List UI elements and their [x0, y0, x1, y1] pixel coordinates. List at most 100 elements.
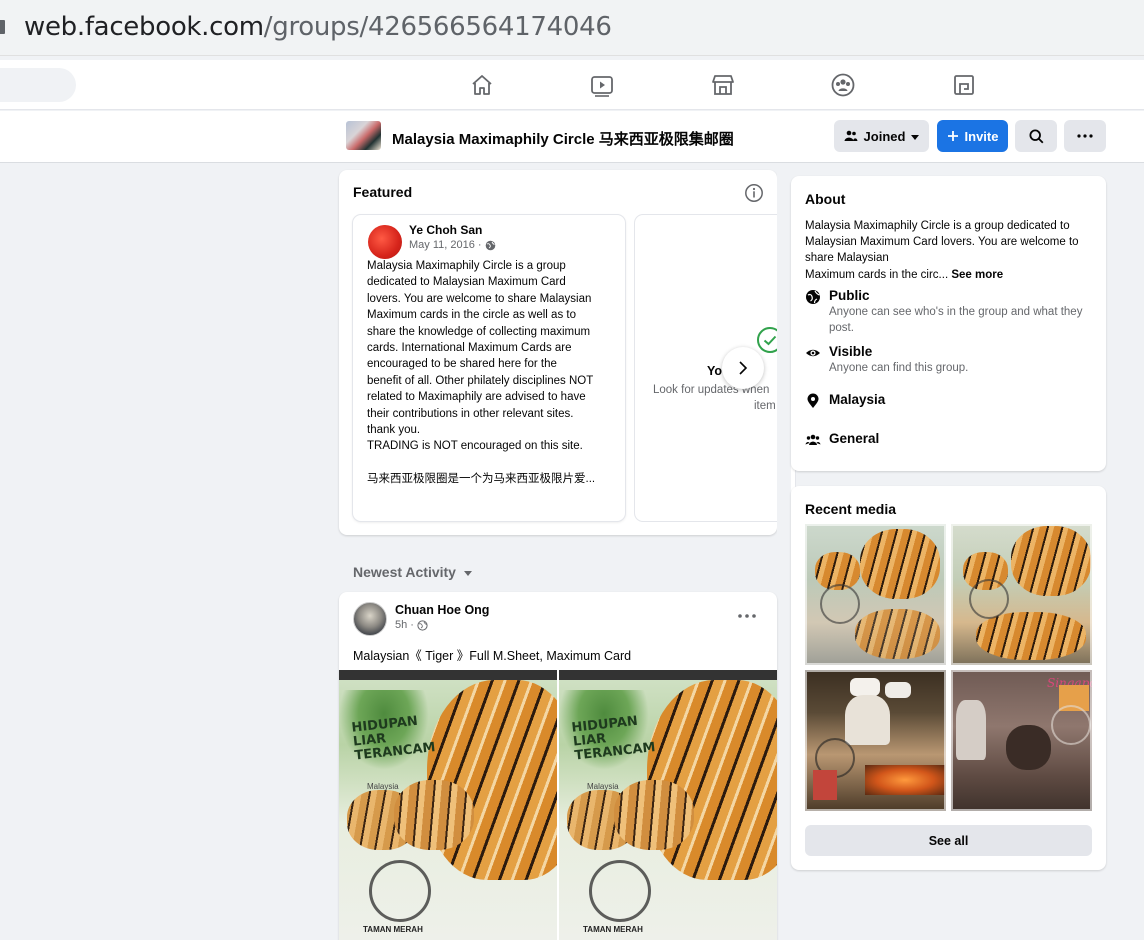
about-description-line: Malaysian Maximum Card lovers. You are w… [805, 236, 1079, 249]
search-icon [1028, 128, 1043, 143]
avatar[interactable] [368, 225, 402, 259]
postmark-text: TAMAN MERAH [363, 925, 423, 934]
featured-title: Featured [353, 184, 413, 200]
featured-post-line [367, 455, 615, 471]
featured-next-subtitle-line2: item [754, 400, 776, 412]
about-description-line: Maximum cards in the circ... See more [805, 267, 1097, 283]
image-border [559, 670, 777, 680]
avatar[interactable] [353, 602, 387, 636]
visibility-label: Visible [829, 344, 873, 359]
joined-label: Joined [863, 128, 906, 144]
featured-overflow-mask [777, 170, 791, 535]
visibility-description: Anyone can find this group. [829, 362, 969, 374]
about-description-line: share Malaysian [805, 252, 889, 265]
privacy-label: Public [829, 288, 870, 303]
recent-media-grid: Singapore [805, 524, 1092, 811]
chevron-right-icon [739, 361, 748, 375]
featured-post-line: cards. International Maximum Cards are [367, 342, 572, 355]
featured-post-date-text: May 11, 2016 · [409, 239, 482, 251]
thumbnail-frame [951, 524, 1092, 665]
featured-post-line: 马来西亚极限圈是一个为马来西亚极限片爱... [367, 473, 596, 486]
post-image[interactable]: HIDUPAN LIAR TERANCAM Malaysia TAMAN MER… [339, 670, 557, 940]
watch-icon[interactable] [589, 72, 615, 98]
invite-label: Invite [964, 128, 999, 144]
postmark-icon [369, 860, 431, 922]
about-description-text: Maximum cards in the circ... [805, 268, 949, 281]
featured-post-line: lovers. You are welcome to share Malaysi… [367, 292, 592, 305]
thumbnail-frame [951, 670, 1092, 811]
featured-post-author[interactable]: Ye Choh San [409, 223, 482, 237]
plus-icon [947, 131, 958, 141]
featured-post-line: their contributions in other relevant si… [367, 407, 574, 420]
stamp-sheet-country: Malaysia [367, 782, 399, 791]
chevron-down-icon [911, 134, 920, 140]
post-time-text: 5h · [395, 619, 414, 631]
media-thumbnail[interactable] [805, 670, 946, 811]
tiger-cub-illustration [394, 780, 474, 850]
feed-sort-label: Newest Activity [353, 564, 456, 580]
carousel-next-button[interactable] [722, 347, 764, 389]
home-icon[interactable] [469, 72, 495, 98]
about-description: Malaysia Maximaphily Circle is a group d… [805, 218, 1097, 283]
more-dots-icon [1077, 134, 1093, 138]
gaming-icon[interactable] [951, 72, 977, 98]
about-title: About [805, 191, 846, 207]
tiger-cub-illustration [614, 780, 694, 850]
group-name[interactable]: Malaysia Maximaphily Circle 马来西亚极限集邮圈 [392, 128, 734, 149]
url-host: web.facebook.com [24, 12, 264, 42]
eye-icon [806, 349, 820, 357]
thumbnail-frame [805, 524, 946, 665]
featured-post-date[interactable]: May 11, 2016 · [409, 239, 496, 251]
featured-post-line: benefit of all. Other philately discipli… [367, 374, 594, 387]
feed-sort-dropdown[interactable]: Newest Activity [353, 564, 472, 580]
group-search-button[interactable] [1015, 120, 1057, 152]
location-pin-icon [807, 393, 819, 408]
browser-url-bar[interactable]: web.facebook.com/groups/426566564174046 [0, 0, 1144, 56]
members-icon [844, 130, 858, 141]
featured-post-line: dedicated to Malaysian Maximum Card [367, 276, 566, 289]
group-header: Malaysia Maximaphily Circle 马来西亚极限集邮圈 Jo… [0, 111, 1144, 163]
media-thumbnail[interactable] [805, 524, 946, 665]
featured-post-line: share the knowledge of collecting maximu… [367, 325, 591, 338]
see-all-media-button[interactable]: See all [805, 825, 1092, 856]
more-options-button[interactable] [1064, 120, 1106, 152]
joined-button[interactable]: Joined [834, 120, 929, 152]
marketplace-icon[interactable] [710, 72, 736, 98]
category-label: General [829, 431, 880, 446]
url-text[interactable]: web.facebook.com/groups/426566564174046 [24, 12, 612, 42]
recent-media-title: Recent media [805, 501, 897, 517]
thumbnail-frame [805, 670, 946, 811]
featured-post-line: Maximum cards in the circle as well as t… [367, 309, 576, 322]
featured-post-line: Malaysia Maximaphily Circle is a group [367, 260, 566, 272]
lock-icon [0, 20, 5, 34]
media-thumbnail[interactable] [951, 524, 1092, 665]
people-icon [805, 434, 821, 445]
url-path: /groups/426566564174046 [263, 12, 612, 42]
featured-post-line: TRADING is NOT encouraged on this site. [367, 440, 583, 453]
media-thumbnail[interactable]: Singapore [951, 670, 1092, 811]
about-description-line: Malaysia Maximaphily Circle is a group d… [805, 220, 1070, 232]
about-section: About Malaysia Maximaphily Circle is a g… [791, 176, 1106, 471]
about-category: General [805, 431, 879, 448]
stamp-sheet-title: HIDUPAN LIAR TERANCAM [570, 713, 657, 764]
stamp-sheet-country: Malaysia [587, 782, 619, 791]
post-timestamp[interactable]: 5h · [395, 619, 428, 631]
invite-button[interactable]: Invite [937, 120, 1008, 152]
post-author[interactable]: Chuan Hoe Ong [395, 603, 489, 617]
post-image[interactable]: HIDUPAN LIAR TERANCAM Malaysia TAMAN MER… [559, 670, 777, 940]
info-icon[interactable] [744, 183, 764, 203]
globe-icon [417, 619, 428, 631]
featured-post-body: Malaysia Maximaphily Circle is a group d… [367, 258, 615, 488]
location-label[interactable]: Malaysia [829, 392, 885, 407]
groups-icon[interactable] [830, 72, 856, 98]
search-input[interactable] [0, 68, 76, 102]
recent-media-section: Recent media Singapore [791, 486, 1106, 870]
group-cover-thumbnail[interactable] [346, 121, 381, 150]
chevron-down-icon [463, 570, 472, 576]
privacy-description: Anyone can see who's in the group and wh… [829, 306, 1083, 334]
about-visibility: Visible Anyone can find this group. [805, 344, 1089, 376]
globe-icon [485, 240, 495, 250]
see-more-link[interactable]: See more [951, 269, 1003, 281]
stamp-sheet-title: HIDUPAN LIAR TERANCAM [350, 713, 437, 764]
post-options-button[interactable] [737, 608, 757, 624]
